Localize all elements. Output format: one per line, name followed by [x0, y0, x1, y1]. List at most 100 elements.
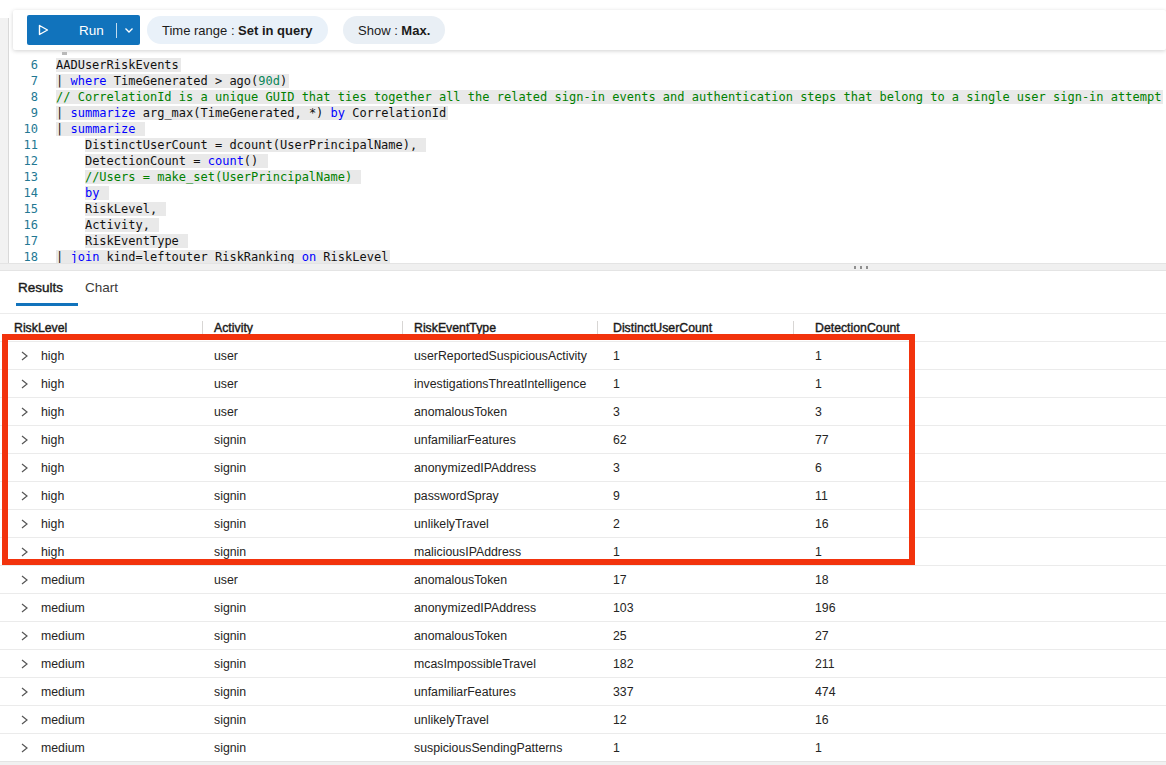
- cell: passwordSpray: [414, 489, 499, 503]
- cell: high: [41, 349, 64, 363]
- table-row[interactable]: highuserinvestigationsThreatIntelligence…: [0, 369, 1166, 397]
- code-line[interactable]: 6AADUserRiskEvents: [10, 57, 1166, 73]
- line-number: 14: [10, 185, 38, 201]
- column-separator[interactable]: [202, 321, 203, 335]
- cell: 16: [815, 517, 829, 531]
- table-row[interactable]: highsigninmaliciousIPAddress11: [0, 537, 1166, 565]
- column-header[interactable]: DetectionCount: [815, 321, 900, 335]
- expand-row-chevron-icon[interactable]: [18, 742, 30, 754]
- table-row[interactable]: mediumsigninanomalousToken2527: [0, 621, 1166, 649]
- results-table: RiskLevel Activity RiskEventType DistinctUs…: [0, 313, 1166, 761]
- cell: signin: [214, 657, 246, 671]
- expand-row-chevron-icon[interactable]: [18, 602, 30, 614]
- time-range-pill[interactable]: Time range : Set in query: [147, 16, 328, 44]
- chevron-down-icon[interactable]: [123, 24, 135, 36]
- code-line[interactable]: 13 //Users = make_set(UserPrincipalName): [10, 169, 1166, 185]
- cell: maliciousIPAddress: [414, 545, 521, 559]
- expand-row-chevron-icon[interactable]: [18, 378, 30, 390]
- cell: investigationsThreatIntelligence: [414, 377, 586, 391]
- cell: signin: [214, 629, 246, 643]
- line-number: 13: [10, 169, 38, 185]
- line-number: 11: [10, 137, 38, 153]
- expand-row-chevron-icon[interactable]: [18, 406, 30, 418]
- code-line[interactable]: 10| summarize: [10, 121, 1166, 137]
- expand-row-chevron-icon[interactable]: [18, 714, 30, 726]
- code-line[interactable]: 17 RiskEventType: [10, 233, 1166, 249]
- cell: 196: [815, 601, 836, 615]
- cell: 12: [613, 713, 627, 727]
- table-row[interactable]: mediumuseranomalousToken1718: [0, 565, 1166, 593]
- cell: userReportedSuspiciousActivity: [414, 349, 587, 363]
- cell: signin: [214, 517, 246, 531]
- table-row[interactable]: highsigninanonymizedIPAddress36: [0, 453, 1166, 481]
- expand-row-chevron-icon[interactable]: [18, 686, 30, 698]
- cell: signin: [214, 433, 246, 447]
- cell: 1: [815, 741, 822, 755]
- table-row[interactable]: highsigninunfamiliarFeatures6277: [0, 425, 1166, 453]
- cell: signin: [214, 489, 246, 503]
- show-pill[interactable]: Show : Max.: [343, 16, 445, 44]
- expand-row-chevron-icon[interactable]: [18, 658, 30, 670]
- tab-chart[interactable]: Chart: [85, 280, 118, 295]
- column-header[interactable]: DistinctUserCount: [613, 321, 712, 335]
- code-line[interactable]: 8// CorrelationId is a unique GUID that …: [10, 89, 1166, 105]
- time-range-value: Set in query: [238, 23, 312, 38]
- query-editor[interactable]: 6AADUserRiskEvents7| where TimeGenerated…: [10, 52, 1166, 264]
- cell: anomalousToken: [414, 405, 507, 419]
- expand-row-chevron-icon[interactable]: [18, 350, 30, 362]
- cell: 16: [815, 713, 829, 727]
- tab-results[interactable]: Results: [18, 280, 63, 295]
- table-row[interactable]: mediumsigninanonymizedIPAddress103196: [0, 593, 1166, 621]
- column-header[interactable]: RiskEventType: [414, 321, 496, 335]
- cell: signin: [214, 545, 246, 559]
- expand-row-chevron-icon[interactable]: [18, 434, 30, 446]
- cell: unlikelyTravel: [414, 713, 489, 727]
- column-separator[interactable]: [402, 321, 403, 335]
- play-icon: [38, 24, 49, 36]
- cell: 62: [613, 433, 627, 447]
- run-button[interactable]: Run: [27, 15, 140, 45]
- show-value: Max.: [401, 23, 430, 38]
- cell: 1: [815, 377, 822, 391]
- table-row[interactable]: mediumsigninsuspiciousSendingPatterns11: [0, 733, 1166, 761]
- cell: 1: [613, 545, 620, 559]
- table-row[interactable]: highuseruserReportedSuspiciousActivity11: [0, 341, 1166, 369]
- column-header[interactable]: RiskLevel: [14, 321, 67, 335]
- table-row[interactable]: highuseranomalousToken33: [0, 397, 1166, 425]
- code-line[interactable]: 14 by: [10, 185, 1166, 201]
- expand-row-chevron-icon[interactable]: [18, 546, 30, 558]
- cell: unlikelyTravel: [414, 517, 489, 531]
- cell: signin: [214, 713, 246, 727]
- code-line[interactable]: 7| where TimeGenerated > ago(90d): [10, 73, 1166, 89]
- panel-splitter[interactable]: [0, 263, 1166, 271]
- cell: user: [214, 405, 238, 419]
- editor-left-margin: [0, 18, 9, 263]
- table-row[interactable]: mediumsigninunfamiliarFeatures337474: [0, 677, 1166, 705]
- cell: high: [41, 461, 64, 475]
- code-line[interactable]: 18| join kind=leftouter RiskRanking on R…: [10, 249, 1166, 264]
- expand-row-chevron-icon[interactable]: [18, 630, 30, 642]
- table-row[interactable]: medium signin unlikelyTravel 12 16: [0, 705, 1166, 733]
- expand-row-chevron-icon[interactable]: [18, 574, 30, 586]
- table-row[interactable]: highsigninunlikelyTravel216: [0, 509, 1166, 537]
- code-line[interactable]: 11 DistinctUserCount = dcount(UserPrinci…: [10, 137, 1166, 153]
- cell: 182: [613, 657, 634, 671]
- cell: signin: [214, 741, 246, 755]
- horizontal-scrollbar-track[interactable]: [0, 761, 1166, 765]
- table-row[interactable]: highsigninpasswordSpray911: [0, 481, 1166, 509]
- code-line[interactable]: 16 Activity,: [10, 217, 1166, 233]
- cell: medium: [41, 713, 85, 727]
- code-line[interactable]: 9| summarize arg_max(TimeGenerated, *) b…: [10, 105, 1166, 121]
- column-separator[interactable]: [793, 321, 794, 335]
- cell: suspiciousSendingPatterns: [414, 741, 562, 755]
- expand-row-chevron-icon[interactable]: [18, 518, 30, 530]
- column-separator[interactable]: [597, 321, 598, 335]
- line-number: 15: [10, 201, 38, 217]
- table-row[interactable]: mediumsigninmcasImpossibleTravel182211: [0, 649, 1166, 677]
- cell: medium: [41, 685, 85, 699]
- column-header[interactable]: Activity: [214, 321, 253, 335]
- code-line[interactable]: 15 RiskLevel,: [10, 201, 1166, 217]
- expand-row-chevron-icon[interactable]: [18, 462, 30, 474]
- code-line[interactable]: 12 DetectionCount = count(): [10, 153, 1166, 169]
- expand-row-chevron-icon[interactable]: [18, 490, 30, 502]
